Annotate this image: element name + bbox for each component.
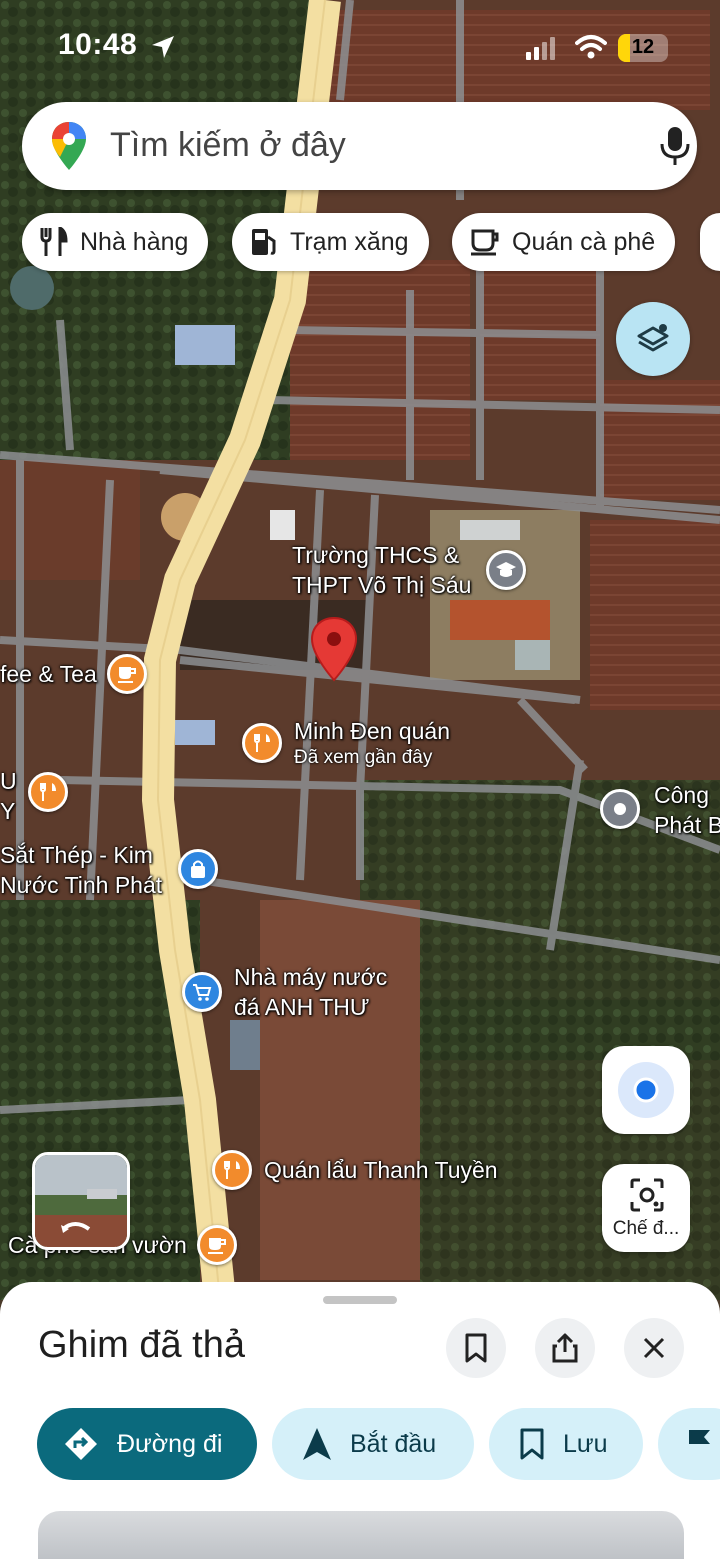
- restaurant-icon: [212, 1150, 252, 1190]
- school-icon[interactable]: [486, 550, 526, 590]
- close-icon: [643, 1337, 665, 1359]
- restaurant-icon: [40, 227, 68, 256]
- satellite-map[interactable]: 10:48 12 Tìm kiếm ở đây Nhà hàng Trạm xă…: [0, 0, 720, 1300]
- status-time: 10:48: [58, 28, 138, 61]
- poi-school[interactable]: Trường THCS & THPT Võ Thị Sáu: [292, 540, 471, 600]
- poi-label: fee & Tea: [0, 661, 97, 687]
- directions-icon: [65, 1428, 97, 1460]
- my-location-button[interactable]: [602, 1046, 690, 1134]
- search-bar[interactable]: Tìm kiếm ở đây: [22, 102, 697, 190]
- bookmark-icon: [520, 1428, 544, 1460]
- start-label: Bắt đầu: [350, 1429, 437, 1458]
- save-label: Lưu: [563, 1429, 608, 1458]
- poi-label: Nước Tinh Phát: [0, 872, 163, 898]
- camera-lens-icon: [630, 1178, 664, 1212]
- chip-label: Nhà hàng: [80, 227, 189, 256]
- directions-button[interactable]: Đường đi: [37, 1408, 257, 1480]
- poi-u-y[interactable]: U Y: [0, 766, 17, 826]
- lens-label: Chế đ...: [612, 1218, 680, 1239]
- poi-label: đá ANH THƯ: [234, 994, 370, 1020]
- poi-label: THPT Võ Thị Sáu: [292, 572, 472, 598]
- my-location-icon: [618, 1062, 674, 1118]
- poi-sublabel: Đã xem gần đây: [294, 747, 433, 768]
- flag-icon: [689, 1430, 710, 1458]
- microphone-icon[interactable]: [658, 126, 692, 166]
- search-input[interactable]: Tìm kiếm ở đây: [110, 126, 346, 165]
- poi-minh-den-quan[interactable]: Minh Đen quán Đã xem gần đây: [242, 716, 450, 770]
- bookmark-button[interactable]: [446, 1318, 506, 1378]
- google-maps-logo-icon: [52, 122, 86, 170]
- poi-label: Sắt Thép - Kim: [0, 842, 153, 868]
- label-button[interactable]: [658, 1408, 720, 1480]
- cafe-icon: [471, 229, 499, 256]
- poi-label: Nhà máy nước: [234, 964, 388, 990]
- poi-label: U: [0, 768, 17, 794]
- battery-level: 12: [631, 36, 655, 58]
- poi-label: Y: [0, 798, 16, 824]
- restaurant-icon[interactable]: [28, 772, 68, 812]
- directions-label: Đường đi: [117, 1429, 223, 1458]
- navigation-arrow-icon: [303, 1428, 331, 1460]
- poi-label: Quán lẩu Thanh Tuyền: [264, 1157, 498, 1183]
- street-view-thumbnail[interactable]: [32, 1152, 130, 1250]
- chip-cafes[interactable]: Quán cà phê: [452, 213, 676, 271]
- poi-cong-phat[interactable]: Công Phát B: [654, 780, 720, 840]
- poi-nha-may-nuoc-da[interactable]: Nhà máy nước đá ANH THƯ: [182, 962, 387, 1022]
- drag-handle[interactable]: [323, 1296, 397, 1304]
- poi-label: Trường THCS &: [292, 542, 460, 568]
- bookmark-icon: [465, 1333, 487, 1363]
- lens-button[interactable]: Chế đ...: [602, 1164, 690, 1252]
- shopping-bag-icon[interactable]: [178, 849, 218, 889]
- close-button[interactable]: [624, 1318, 684, 1378]
- poi-label: Minh Đen quán: [294, 718, 450, 744]
- poi-quan-lau[interactable]: Quán lẩu Thanh Tuyền: [212, 1150, 498, 1190]
- save-button[interactable]: Lưu: [489, 1408, 643, 1480]
- location-arrow-icon: [152, 36, 174, 58]
- chip-more[interactable]: [700, 213, 720, 271]
- start-button[interactable]: Bắt đầu: [272, 1408, 474, 1480]
- place-photo[interactable]: [38, 1511, 684, 1559]
- chip-gas-stations[interactable]: Trạm xăng: [232, 213, 429, 271]
- poi-sat-thep[interactable]: Sắt Thép - Kim Nước Tinh Phát: [0, 840, 162, 900]
- sheet-title: Ghim đã thả: [38, 1324, 245, 1366]
- poi-label: Công: [654, 782, 709, 808]
- gas-station-icon: [252, 229, 276, 255]
- dropped-pin-icon[interactable]: [310, 616, 358, 682]
- poi-coffee-tea[interactable]: fee & Tea: [0, 654, 147, 694]
- chip-restaurants[interactable]: Nhà hàng: [22, 213, 209, 271]
- wifi-icon: [575, 35, 607, 59]
- battery-icon: 12: [618, 34, 668, 62]
- cafe-icon: [106, 654, 147, 694]
- layers-button[interactable]: [616, 302, 690, 376]
- poi-label: Phát B: [654, 812, 720, 838]
- status-bar: 10:48 12: [0, 28, 720, 68]
- restaurant-icon: [242, 723, 282, 763]
- bottom-sheet[interactable]: Ghim đã thả Đường đi Bắt đầu Lưu: [0, 1282, 720, 1559]
- share-button[interactable]: [535, 1318, 595, 1378]
- chip-label: Trạm xăng: [290, 227, 409, 256]
- layers-icon: [637, 324, 669, 352]
- shopping-cart-icon: [182, 972, 222, 1012]
- cafe-icon: [196, 1225, 237, 1265]
- share-icon: [552, 1333, 578, 1363]
- cellular-signal-icon: [526, 37, 555, 60]
- street-view-photo: [35, 1155, 127, 1247]
- chip-label: Quán cà phê: [512, 227, 656, 256]
- place-marker-icon[interactable]: [600, 789, 640, 829]
